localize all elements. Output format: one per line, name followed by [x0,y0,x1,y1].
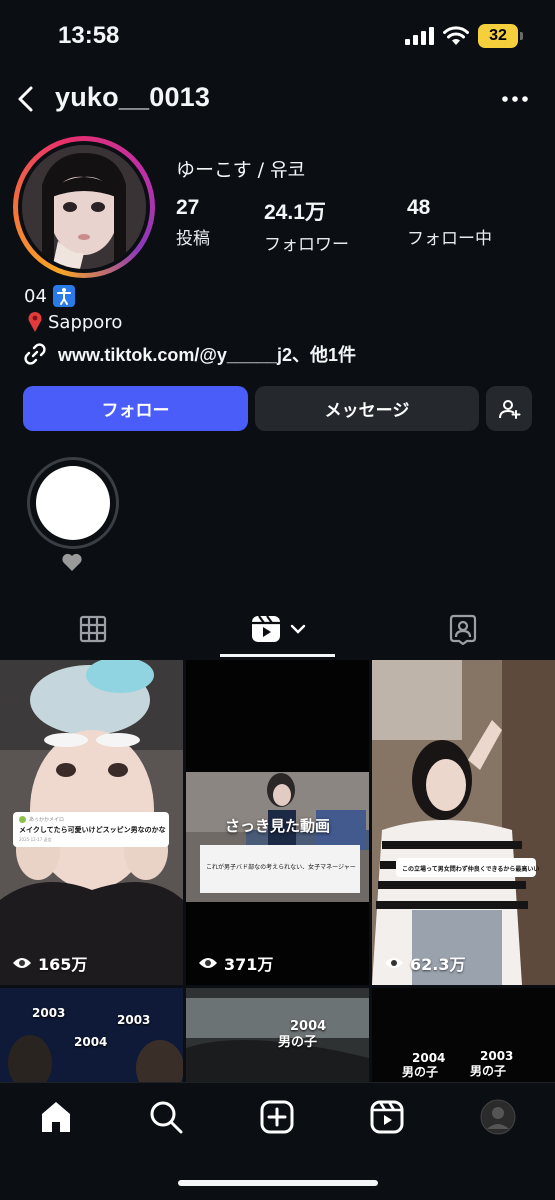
tagged-person-icon [449,614,476,645]
year-label: 2004 [412,1051,446,1065]
tab-reels[interactable] [220,600,335,658]
more-options-icon[interactable] [498,86,532,112]
nav-search[interactable] [146,1097,186,1137]
view-count-text: 165万 [38,955,88,974]
bio-text-1: 04 [24,285,47,307]
reel-thumbnail-2[interactable]: さっき見た動画 これが男子バド部なの考えられない、女子マネージャーやん 371万 [186,660,369,985]
display-name: ゆーこす / 유코 [176,159,306,181]
year-label: 2003 [117,1013,151,1027]
bio-text-2: Sapporo [48,311,123,333]
profile-link[interactable]: www.tiktok.com/@y_____j2、他1件 [22,341,356,367]
add-person-icon [499,399,521,419]
nav-profile[interactable] [478,1097,518,1137]
battery-indicator: 32 [478,24,523,48]
view-count-text: 62.3万 [410,955,466,974]
profile-avatar-icon [480,1099,516,1135]
accessibility-emoji-icon [52,285,75,307]
reel-thumbnail-4[interactable]: 2003 2004 2003 [0,988,183,1082]
tab-grid[interactable] [40,600,145,658]
bio-line-1: 04 [24,285,75,307]
following-count: 48 [407,196,431,219]
profile-username: yuko__0013 [55,82,211,112]
followers-count: 24.1万 [264,201,326,224]
status-bar: 13:58 32 [0,0,555,70]
view-count: 371万 [198,951,273,975]
following-label: フォロー中 [407,229,492,249]
profile-header: yuko__0013 [0,72,555,126]
wifi-icon [443,26,469,45]
eye-icon [199,958,217,968]
link-icon [24,343,46,365]
comment-meta: 2025-12-17 返信 [19,837,52,842]
year-label: 2004 [74,1035,108,1049]
cellular-signal-icon [405,27,434,45]
comment-card: あっかかメイロ メイクしてたら可愛いけどスッピン男なのかな 2025-12-17… [13,812,169,847]
nav-create[interactable] [257,1097,297,1137]
reels-nav-icon [370,1100,404,1134]
avatar [22,145,146,269]
posts-stat[interactable]: 27 投稿 [176,196,210,249]
caption-label: 男の子 [278,1035,318,1050]
caption-label: 男の子 [402,1065,439,1079]
posts-count: 27 [176,196,200,219]
reels-grid: あっかかメイロ メイクしてたら可愛いけどスッピン男なのかな 2025-12-17… [0,660,555,1082]
story-ring[interactable] [13,136,155,278]
view-count-text: 371万 [224,955,274,974]
reel-overlay-title: さっき見た動画 [224,817,330,835]
follow-button[interactable]: フォロー [23,386,248,431]
nav-home[interactable] [36,1097,76,1137]
home-indicator [178,1180,378,1186]
comment-user: あっかかメイロ [29,817,65,823]
content-tabs [0,600,555,658]
following-stat[interactable]: 48 フォロー中 [407,196,492,249]
reel-thumbnail-1[interactable]: あっかかメイロ メイクしてたら可愛いけどスッピン男なのかな 2025-12-17… [0,660,183,985]
reel-thumbnail-6[interactable]: 2004 男の子 2003 男の子 [372,988,555,1082]
location-pin-icon [28,312,42,332]
nav-reels[interactable] [367,1097,407,1137]
back-arrow-icon[interactable] [12,84,42,114]
highlight-heart-icon [61,552,83,576]
status-time: 13:58 [58,22,120,49]
bio-line-2: Sapporo [26,311,122,333]
tab-tagged[interactable] [410,600,515,658]
eye-icon [13,958,31,968]
search-icon [150,1101,183,1134]
highlight-cover [36,466,110,540]
comment-text: この立場って男女問わず仲良くできるから最高いい [402,866,540,873]
reels-icon [251,615,280,642]
eye-icon [385,958,403,968]
caption-label: 男の子 [470,1064,507,1078]
year-label: 2003 [32,1006,66,1020]
create-post-icon [260,1100,294,1134]
profile-link-text: www.tiktok.com/@y_____j2、他1件 [58,345,356,365]
followers-stat[interactable]: 24.1万 フォロワー [264,196,349,255]
year-label: 2004 [290,1019,327,1034]
story-highlight[interactable] [27,457,119,549]
view-count: 165万 [12,951,87,975]
chevron-down-icon [290,624,305,634]
home-icon [42,1102,70,1132]
reel-thumbnail-3[interactable]: この立場って男女問わず仲良くできるから最高いい 62.3万 [372,660,555,985]
suggest-users-button[interactable] [486,386,532,431]
year-label: 2003 [480,1049,514,1063]
view-count: 62.3万 [384,951,465,975]
grid-icon [79,615,106,643]
message-button[interactable]: メッセージ [255,386,479,431]
comment-card: この立場って男女問わず仲良くできるから最高いい [396,858,540,877]
followers-label: フォロワー [264,235,349,255]
reel-image [372,660,555,985]
reel-thumbnail-5[interactable]: 2004 男の子 [186,988,369,1082]
active-tab-indicator [220,654,335,657]
posts-label: 投稿 [176,229,210,249]
comment-text: メイクしてたら可愛いけどスッピン男なのかな [19,826,166,834]
comment-text: これが男子バド部なの考えられない、女子マネージャーやん [206,864,356,871]
